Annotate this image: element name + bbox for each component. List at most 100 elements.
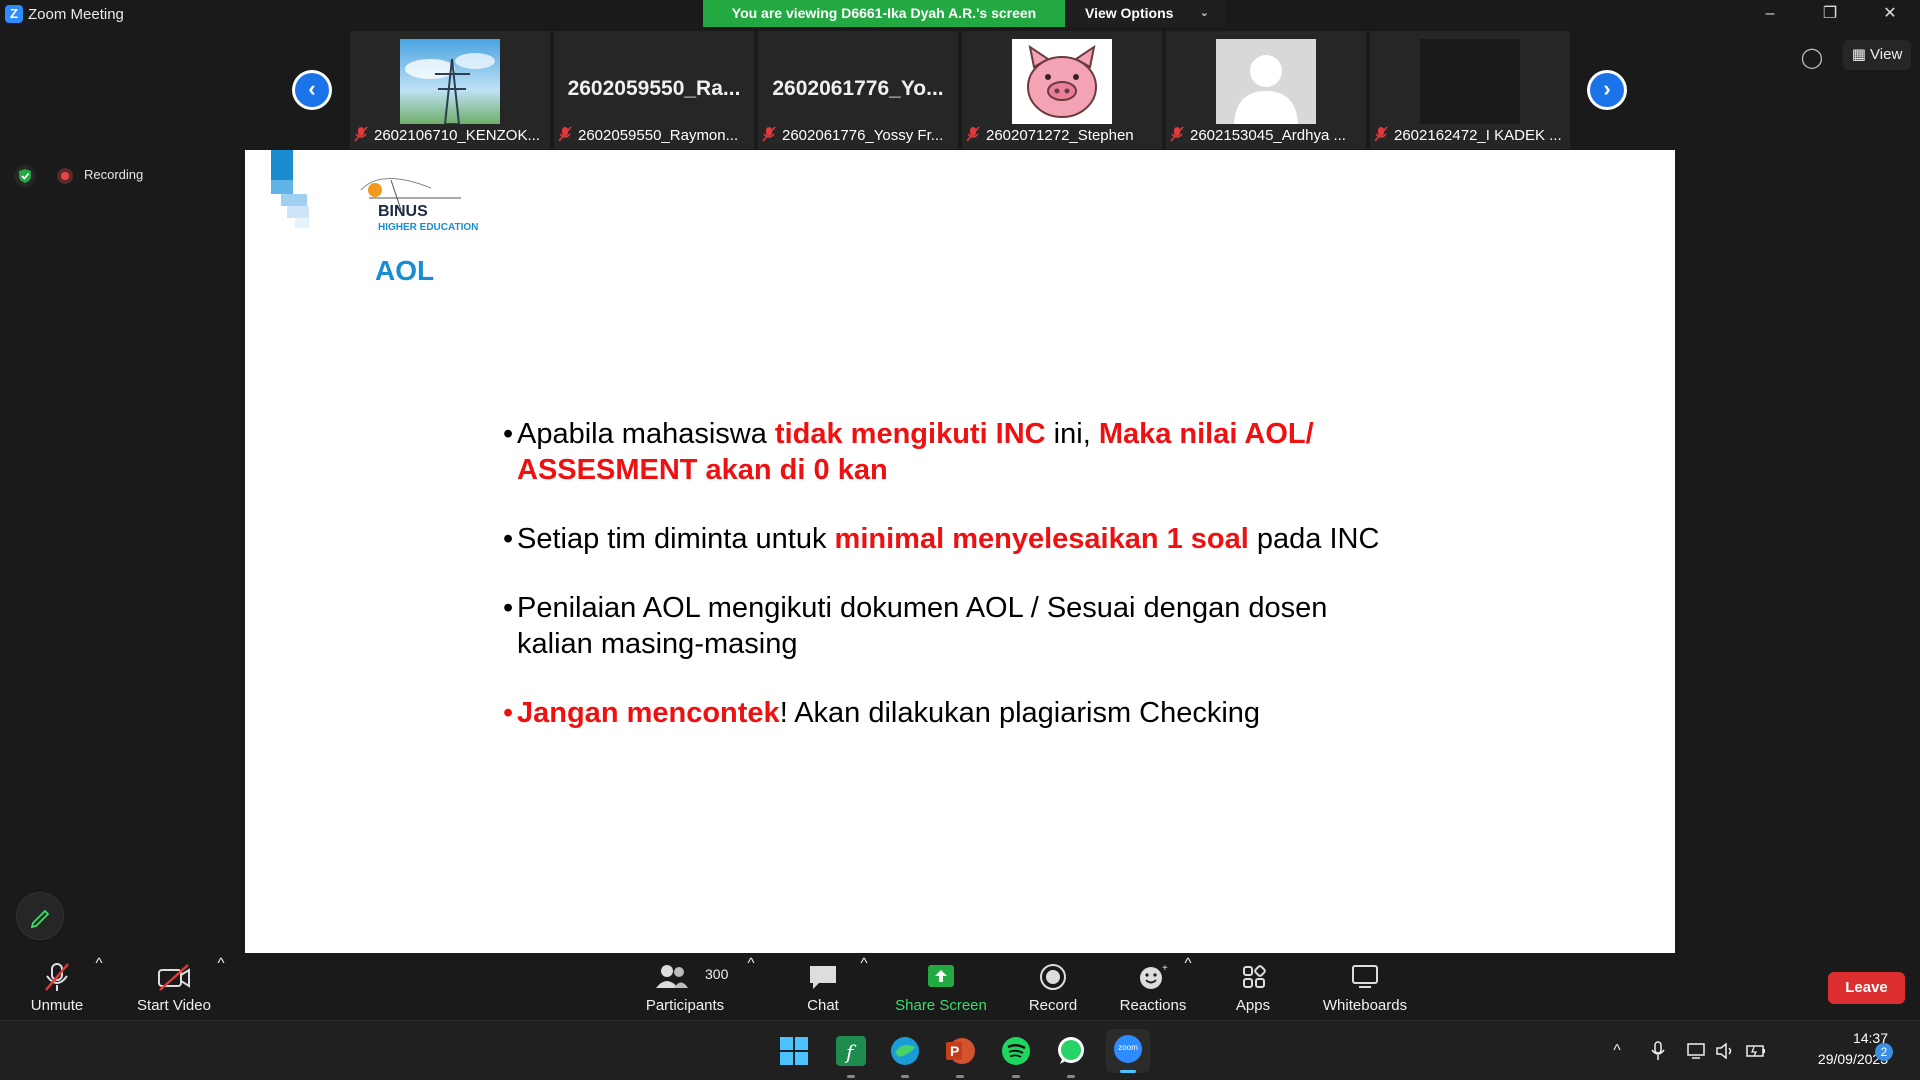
view-options-label: View Options [1085, 5, 1174, 21]
participants-options-caret[interactable]: ^ [744, 955, 758, 972]
participants-button[interactable]: 300 Participants [640, 955, 730, 1020]
participant-name: 2602071272_Stephen [986, 127, 1134, 144]
logo-text: BINUS [378, 203, 428, 220]
share-banner: You are viewing D6661-Ika Dyah A.R.'s sc… [703, 0, 1065, 27]
participant-name: 2602162472_I KADEK ... [1394, 127, 1562, 144]
pencil-icon [30, 909, 50, 929]
participant-tile[interactable]: 2602162472_I KADEK ... [1370, 31, 1570, 149]
muted-mic-icon [558, 126, 572, 142]
whatsapp-app-icon[interactable] [1053, 1033, 1089, 1078]
active-indicator [1120, 1070, 1136, 1073]
bullet-text: Penilaian AOL mengikuti dokumen AOL / Se… [517, 592, 1328, 660]
spotify-app-icon[interactable] [998, 1033, 1034, 1078]
video-options-caret[interactable]: ^ [214, 955, 228, 972]
slide-bullet: • Jangan mencontek! Akan dilakukan plagia… [503, 695, 1403, 731]
share-screen-icon [928, 965, 954, 987]
minimize-button[interactable]: – [1740, 0, 1800, 29]
participant-tile[interactable]: 2602153045_Ardhya ... [1166, 31, 1366, 149]
participants-icon [656, 965, 688, 988]
reactions-options-caret[interactable]: ^ [1181, 955, 1195, 972]
participant-count: 300 [705, 966, 729, 982]
chevron-down-icon: ⌄ [1199, 7, 1209, 19]
view-button-label: View [1870, 46, 1903, 63]
record-icon [1040, 964, 1066, 990]
muted-mic-icon [1374, 126, 1388, 142]
running-indicator [847, 1075, 855, 1078]
leave-button[interactable]: Leave [1828, 972, 1905, 1004]
title-bar: Z Zoom Meeting You are viewing D6661-Ika… [0, 0, 1920, 29]
participant-name: 2602106710_KENZOK... [374, 127, 540, 144]
participants-label: Participants [645, 997, 725, 1014]
share-screen-label: Share Screen [895, 997, 987, 1014]
participant-tile[interactable]: 2602061776_Yo... 2602061776_Yossy Fr... [758, 31, 958, 149]
participant-display-name: 2602061776_Yo... [772, 77, 944, 100]
participant-tile[interactable]: 2602071272_Stephen [962, 31, 1162, 149]
minimize-gallery-icon[interactable]: ◯ [1794, 40, 1830, 76]
powerpoint-letter: P [950, 1043, 960, 1059]
battery-icon[interactable] [1745, 1040, 1767, 1062]
reactions-label: Reactions [1119, 997, 1187, 1014]
running-indicator [956, 1075, 964, 1078]
zoom-taskbar-icon[interactable]: zoom [1106, 1029, 1150, 1073]
volume-icon[interactable] [1714, 1040, 1736, 1062]
running-indicator [1012, 1075, 1020, 1078]
bullet-dot: • [503, 523, 514, 555]
participant-avatar [1012, 39, 1112, 124]
running-indicator [901, 1075, 909, 1078]
window-title: Zoom Meeting [28, 6, 124, 23]
tray-overflow-chevron-icon[interactable]: ^ [1606, 1040, 1628, 1062]
bullet-text: Apabila mahasiswa [517, 418, 775, 450]
chat-icon [810, 966, 836, 989]
video-off-icon [158, 964, 190, 991]
reactions-button[interactable]: + Reactions [1115, 955, 1191, 1020]
participant-name: 2602059550_Raymon... [578, 127, 739, 144]
view-button[interactable]: ▦ View [1843, 40, 1911, 70]
annotate-pencil-button[interactable] [16, 892, 64, 940]
participant-tile[interactable]: 2602106710_KENZOK... [350, 31, 550, 149]
gallery-prev-button[interactable]: ‹ [292, 70, 332, 110]
powerpoint-app-icon[interactable]: P [942, 1033, 978, 1078]
network-icon[interactable] [1686, 1040, 1708, 1062]
gallery-next-button[interactable]: › [1587, 70, 1627, 110]
microphone-tray-icon[interactable] [1647, 1040, 1669, 1062]
zoom-app-icon: Z [5, 5, 23, 23]
apps-icon [1243, 965, 1266, 988]
chat-options-caret[interactable]: ^ [857, 955, 871, 972]
bullet-highlight-text: minimal menyelesaikan 1 soal [834, 523, 1249, 555]
record-label: Record [1028, 997, 1078, 1014]
edge-app-icon[interactable] [887, 1033, 923, 1078]
apps-button[interactable]: Apps [1224, 955, 1282, 1020]
shield-icon[interactable] [14, 165, 36, 187]
muted-mic-icon [1170, 126, 1184, 142]
shared-screen: BINUS HIGHER EDUCATION AOL • Apabila maha… [245, 150, 1675, 953]
unmute-label: Unmute [30, 997, 84, 1014]
share-screen-button[interactable]: Share Screen [893, 955, 989, 1020]
muted-mic-icon [762, 126, 776, 142]
chevron-left-icon: ‹ [295, 73, 329, 107]
view-options-button[interactable]: View Options ⌄ [1065, 0, 1225, 27]
audio-options-caret[interactable]: ^ [92, 955, 106, 972]
bullet-dot: • [503, 697, 514, 729]
start-video-button[interactable]: Start Video [128, 955, 220, 1020]
bullet-text: pada INC [1248, 523, 1380, 555]
running-indicator [1067, 1075, 1075, 1078]
notification-badge[interactable]: 2 [1875, 1043, 1893, 1061]
clock-date[interactable]: 29/09/2023 [1786, 1051, 1888, 1067]
logo-subtext: HIGHER EDUCATION [378, 222, 479, 233]
chat-button[interactable]: Chat [795, 955, 851, 1020]
record-button[interactable]: Record [1020, 955, 1086, 1020]
whiteboards-button[interactable]: Whiteboards [1314, 955, 1416, 1020]
windows-start-icon[interactable] [776, 1033, 812, 1069]
bullet-text: ini, [1045, 418, 1099, 450]
close-button[interactable]: ✕ [1860, 0, 1920, 29]
participant-name: 2602153045_Ardhya ... [1190, 127, 1346, 144]
fiddler-app-icon[interactable]: f [833, 1033, 869, 1078]
participant-name: 2602061776_Yossy Fr... [782, 127, 944, 144]
slide-bullet: • Apabila mahasiswa tidak mengikuti INC i… [503, 416, 1403, 488]
muted-mic-icon [966, 126, 980, 142]
restore-button[interactable]: ❐ [1800, 0, 1860, 29]
unmute-button[interactable]: Unmute [22, 955, 92, 1020]
chat-label: Chat [807, 997, 839, 1014]
participant-tile[interactable]: 2602059550_Ra... 2602059550_Raymon... [554, 31, 754, 149]
bullet-highlight-text: tidak mengikuti INC [774, 418, 1046, 450]
